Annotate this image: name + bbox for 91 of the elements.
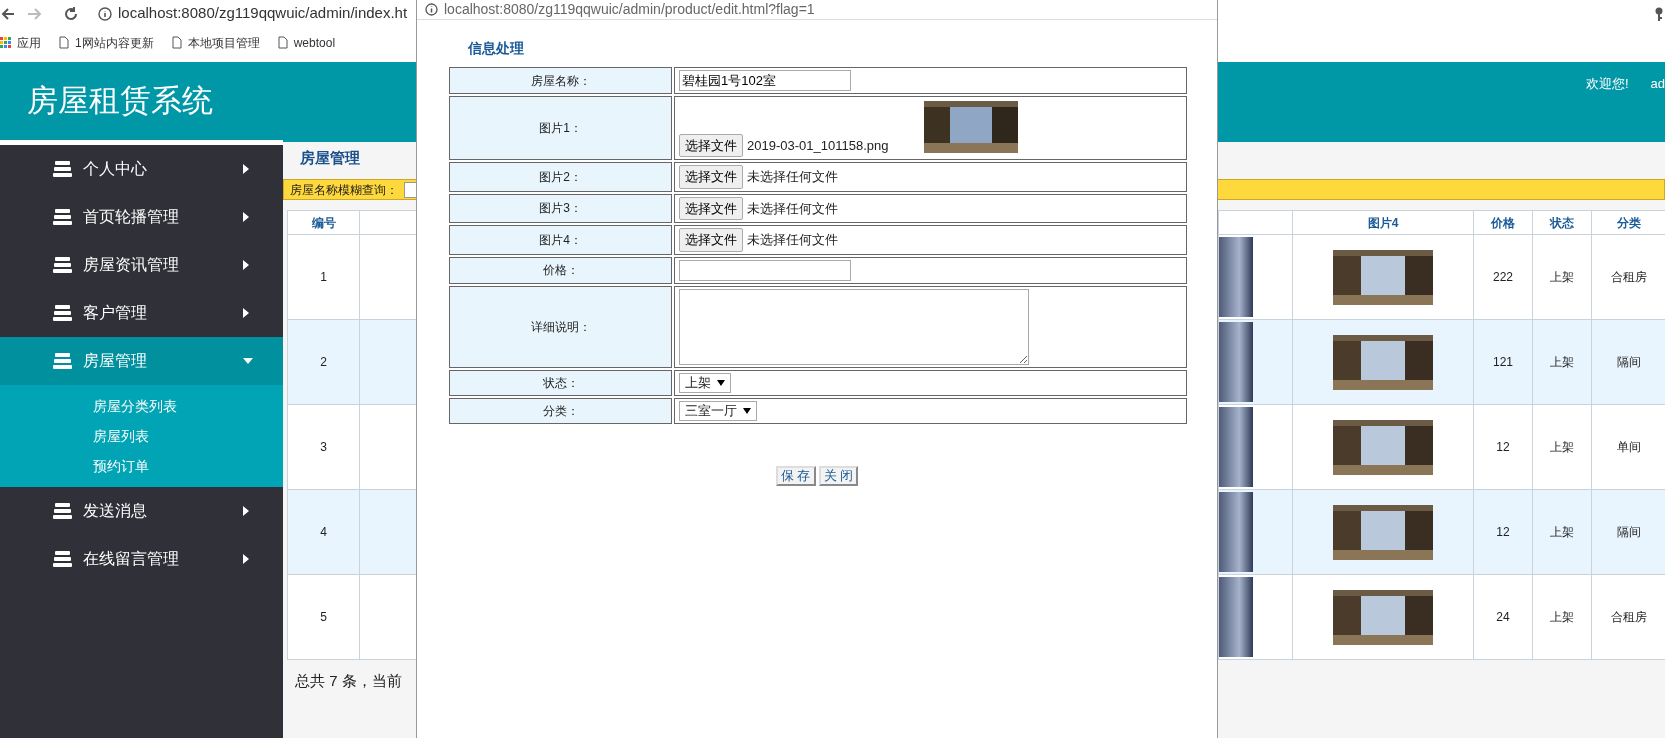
bookmark-link[interactable]: 本地项目管理 <box>187 33 260 52</box>
caret-right-icon <box>243 164 249 174</box>
file-name: 未选择任何文件 <box>747 232 838 247</box>
sidebar-item[interactable]: 房屋资讯管理 <box>0 241 283 289</box>
caret-right-icon <box>243 260 249 270</box>
document-icon <box>171 36 182 49</box>
select-field[interactable]: 上架 <box>679 372 731 393</box>
form-label: 状态： <box>449 369 672 396</box>
layers-icon <box>53 503 72 519</box>
form-label: 价格： <box>449 256 672 284</box>
table-cell: 121 <box>1473 319 1533 405</box>
table-cell: 3 <box>287 404 360 490</box>
table-cell: 上架 <box>1532 234 1592 320</box>
file-name: 未选择任何文件 <box>747 200 838 216</box>
username-text: ad <box>1650 75 1665 93</box>
table-cell: 222 <box>1473 234 1533 320</box>
table-cell: 上架 <box>1532 404 1592 490</box>
bookmark-link[interactable]: webtool <box>293 33 336 52</box>
popup-address: localhost:8080/zg119qqwuic/admin/product/edit.html?flag=1 <box>444 0 815 19</box>
apps-grid-icon <box>0 37 11 48</box>
table-cell: 2 <box>287 319 360 405</box>
file-name: 未选择任何文件 <box>747 169 838 184</box>
bookmark-link[interactable]: 1网站内容更新 <box>75 33 154 52</box>
table-cell: 5 <box>287 574 360 660</box>
document-icon <box>277 36 288 49</box>
choose-file-button[interactable]: 选择文件 <box>679 165 743 189</box>
choose-file-button[interactable]: 选择文件 <box>679 133 743 157</box>
caret-right-icon <box>243 308 249 318</box>
table-cell: 12 <box>1473 404 1533 490</box>
layers-icon <box>53 353 72 369</box>
save-button[interactable]: 保 存 <box>775 465 816 486</box>
layers-icon <box>53 161 72 177</box>
table-cell: 1 <box>287 234 360 320</box>
caret-down-icon <box>717 379 725 386</box>
select-field[interactable]: 三室一厅 <box>679 400 757 421</box>
sidebar-item[interactable]: 个人中心 <box>0 145 283 193</box>
table-cell: 24 <box>1473 574 1533 660</box>
textarea-field[interactable] <box>679 288 1029 365</box>
text-field[interactable]: 碧桂园1号102室 <box>679 70 851 91</box>
file-name: 2019-03-01_101158.png <box>747 137 889 153</box>
table-cell: 上架 <box>1532 319 1592 405</box>
layers-icon <box>53 305 72 321</box>
layers-icon <box>53 209 72 225</box>
table-cell: 上架 <box>1532 574 1592 660</box>
column-header: 编号 <box>287 210 360 235</box>
sidebar-item[interactable]: 客户管理 <box>0 289 283 337</box>
table-cell: 12 <box>1473 489 1533 575</box>
form-label: 详细说明： <box>449 285 672 368</box>
caret-right-icon <box>243 506 249 516</box>
choose-file-button[interactable]: 选择文件 <box>679 228 743 252</box>
table-cell: 隔间 <box>1591 489 1665 575</box>
sidebar-item[interactable]: 首页轮播管理 <box>0 193 283 241</box>
choose-file-button[interactable]: 选择文件 <box>679 196 743 220</box>
form-label: 图片1： <box>449 96 672 160</box>
caret-down-icon <box>743 407 751 414</box>
pagination-text: 总共 7 条，当前 <box>294 671 403 691</box>
form-label: 房屋名称： <box>449 67 672 94</box>
info-icon <box>98 6 112 21</box>
text-field[interactable] <box>679 259 851 281</box>
key-icon[interactable] <box>1654 6 1665 21</box>
caret-right-icon <box>243 554 249 564</box>
app-title: 房屋租赁系统 <box>27 81 213 120</box>
form-label: 图片4： <box>449 225 672 255</box>
column-header: 分类 <box>1591 210 1665 235</box>
table-cell: 隔间 <box>1591 319 1665 405</box>
sidebar-item[interactable]: 发送消息 <box>0 487 283 535</box>
section-title: 房屋管理 <box>300 148 360 169</box>
form-label: 分类： <box>449 397 672 424</box>
welcome-text: 欢迎您! <box>1585 75 1629 93</box>
layers-icon <box>53 257 72 273</box>
form-title: 信息处理 <box>468 39 525 58</box>
close-button[interactable]: 关 闭 <box>818 465 859 486</box>
info-icon <box>425 3 438 16</box>
back-icon[interactable] <box>0 5 14 22</box>
column-header: 图片4 <box>1292 210 1474 235</box>
table-cell: 4 <box>287 489 360 575</box>
address-bar[interactable]: localhost:8080/zg119qqwuic/admin/index.ht <box>118 2 408 25</box>
bookmark-link[interactable]: 应用 <box>17 33 41 52</box>
sidebar-item[interactable]: 房屋管理 <box>0 337 283 385</box>
layers-icon <box>53 551 72 567</box>
sidebar-item[interactable]: 在线留言管理 <box>0 535 283 583</box>
column-header: 价格 <box>1473 210 1533 235</box>
table-cell: 上架 <box>1532 489 1592 575</box>
caret-down-icon <box>243 358 253 364</box>
caret-right-icon <box>243 212 249 222</box>
document-icon <box>59 36 69 49</box>
form-label: 图片3： <box>449 193 672 223</box>
form-label: 图片2： <box>449 162 672 192</box>
column-header: 状态 <box>1532 210 1592 235</box>
reload-icon[interactable] <box>63 5 79 22</box>
search-label: 房屋名称模糊查询： <box>290 181 398 199</box>
